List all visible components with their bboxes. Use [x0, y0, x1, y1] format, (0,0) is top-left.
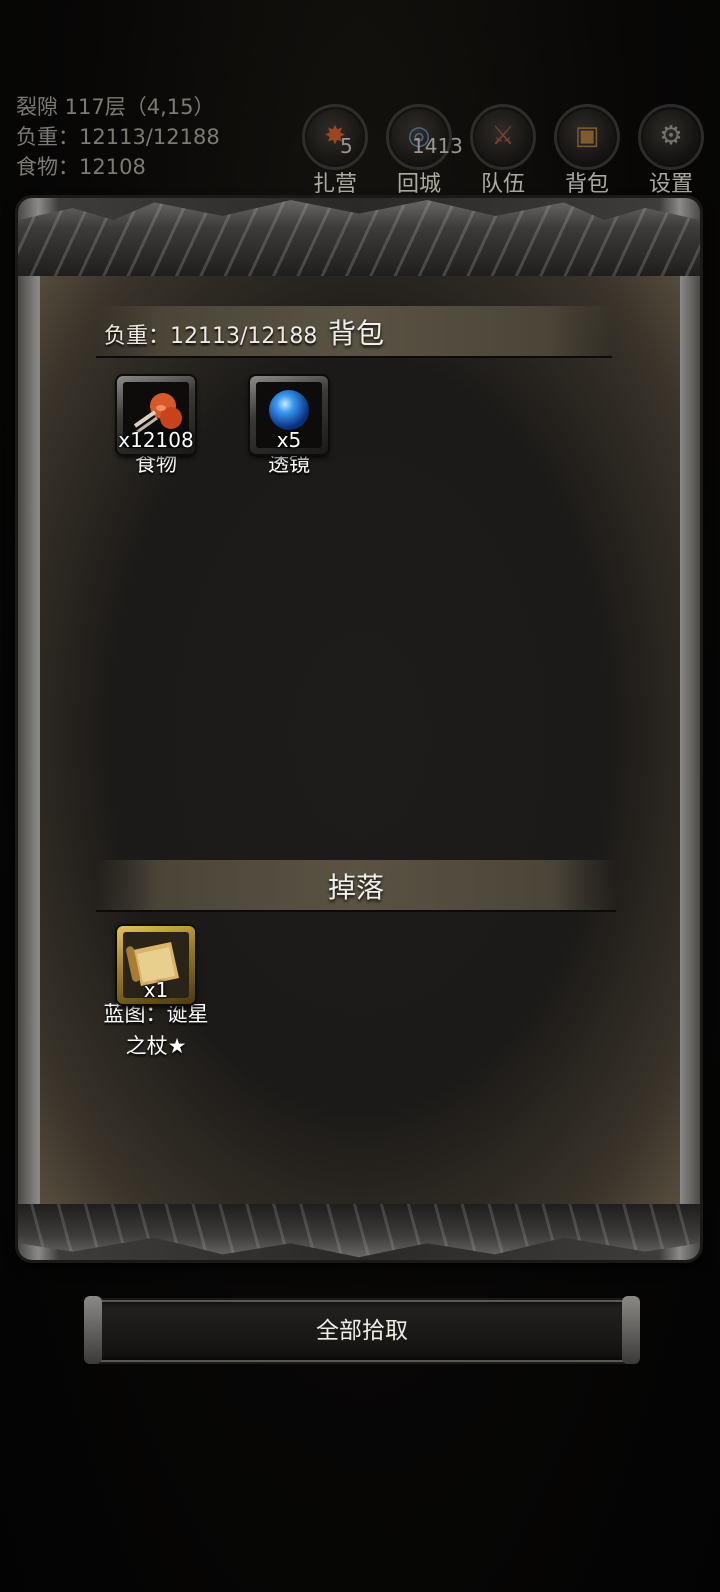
bag-weight: 负重：12113/12188: [104, 324, 318, 349]
button-cap-right: [622, 1296, 640, 1364]
camp-button[interactable]: ✸ 5 扎营: [300, 104, 370, 197]
drop-item-blueprint[interactable]: x1 蓝图：诞星 之杖★: [96, 926, 216, 1062]
top-menu: ✸ 5 扎营 ◎ 1413 回城 ⚔ 队伍 ▣ 背包 ⚙ 设置: [300, 104, 710, 197]
campfire-icon: ✸: [302, 104, 368, 170]
pickup-all-label: 全部拾取: [316, 1318, 408, 1344]
bag-title: 背包: [328, 317, 385, 350]
team-button[interactable]: ⚔ 队伍: [468, 104, 538, 197]
team-label: 队伍: [480, 172, 525, 197]
item-quantity: x1: [143, 978, 169, 1002]
drop-title: 掉落: [328, 871, 385, 904]
camp-count: 5: [340, 134, 353, 158]
item-quantity: x5: [276, 428, 302, 452]
return-town-label: 回城: [396, 172, 441, 197]
item-slot: x1: [117, 926, 195, 1004]
location-text: 裂隙 117层（4,15）: [16, 95, 215, 119]
item-slot: x5: [250, 376, 328, 454]
button-cap-left: [84, 1296, 102, 1364]
return-town-count: 1413: [412, 134, 463, 158]
settings-button[interactable]: ⚙ 设置: [636, 104, 706, 197]
food-text: 食物：12108: [16, 155, 146, 179]
bag-header: 负重：12113/12188 背包: [96, 306, 612, 358]
pickup-all-button[interactable]: 全部拾取: [84, 1296, 640, 1364]
backpack-label: 背包: [564, 172, 609, 197]
game-screen: 裂隙 117层（4,15） 负重：12113/12188 食物：12108 ✸ …: [0, 0, 720, 1592]
bag-item-lens[interactable]: x5 透镜: [229, 376, 349, 480]
gear-icon: ⚙: [638, 104, 704, 170]
backpack-button[interactable]: ▣ 背包: [552, 104, 622, 197]
camp-label: 扎营: [312, 172, 357, 197]
item-name-line2: 之杖★: [125, 1034, 187, 1058]
settings-label: 设置: [648, 172, 693, 197]
weight-text: 负重：12113/12188: [16, 125, 220, 149]
item-slot: x12108: [117, 376, 195, 454]
backpack-icon: ▣: [554, 104, 620, 170]
drop-header: 掉落: [96, 860, 616, 912]
team-icon: ⚔: [470, 104, 536, 170]
status-panel: 裂隙 117层（4,15） 负重：12113/12188 食物：12108: [16, 92, 220, 182]
item-quantity: x12108: [118, 428, 194, 452]
bag-item-food[interactable]: x12108 食物: [96, 376, 216, 480]
return-town-button[interactable]: ◎ 1413 回城: [384, 104, 463, 197]
